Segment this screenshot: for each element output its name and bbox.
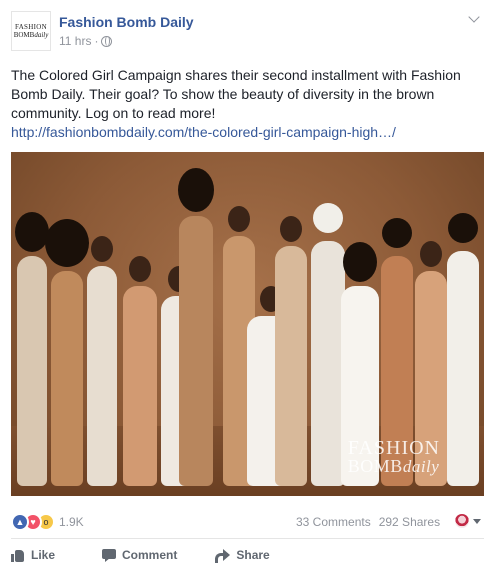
share-arrow-icon bbox=[215, 548, 231, 563]
like-label: Like bbox=[31, 548, 56, 562]
globe-icon[interactable] bbox=[101, 35, 113, 47]
page-profile-icon bbox=[455, 514, 469, 528]
action-bar: Like Comment Share bbox=[11, 545, 484, 565]
post-meta: 11 hrs · bbox=[59, 34, 113, 48]
avatar-logo-line2: BOMBdaily bbox=[13, 31, 49, 39]
engagement-counts: 33 Comments 292 Shares bbox=[296, 515, 440, 529]
comment-label: Comment bbox=[122, 548, 178, 562]
shares-count[interactable]: 292 Shares bbox=[379, 515, 440, 529]
comment-button[interactable]: Comment bbox=[102, 545, 177, 565]
photo-figure bbox=[45, 219, 89, 486]
photo-figure bbox=[178, 168, 214, 486]
avatar-logo-line1: FASHION bbox=[15, 23, 47, 31]
caret-down-icon bbox=[473, 518, 481, 524]
page-avatar[interactable]: FASHION BOMBdaily bbox=[11, 11, 51, 51]
meta-separator: · bbox=[94, 34, 99, 48]
post-timestamp[interactable]: 11 hrs bbox=[59, 34, 91, 48]
divider bbox=[11, 538, 484, 539]
photo-figure bbox=[87, 236, 117, 486]
post-text: The Colored Girl Campaign shares their s… bbox=[11, 67, 461, 121]
reaction-count[interactable]: 1.9K bbox=[59, 515, 84, 529]
photo-figure bbox=[123, 256, 157, 486]
post-as-selector[interactable] bbox=[455, 514, 481, 528]
reaction-summary[interactable]: ▲ ♥ o 1.9K bbox=[11, 513, 84, 531]
facebook-post: FASHION BOMBdaily Fashion Bomb Daily 11 … bbox=[0, 0, 495, 571]
like-reaction-icon: ▲ bbox=[11, 513, 29, 531]
post-link[interactable]: http://fashionbombdaily.com/the-colored-… bbox=[11, 124, 396, 140]
share-label: Share bbox=[236, 548, 270, 562]
watermark-line2: BOMBdaily bbox=[347, 456, 440, 476]
photo-watermark: FASHION BOMBdaily bbox=[347, 437, 440, 476]
chevron-down-icon[interactable] bbox=[467, 12, 481, 26]
photo-figure bbox=[447, 213, 479, 486]
comments-count[interactable]: 33 Comments bbox=[296, 515, 371, 529]
photo-figure bbox=[311, 203, 345, 486]
comment-icon bbox=[102, 548, 117, 562]
photo-figure bbox=[15, 212, 49, 486]
photo-figure bbox=[275, 216, 307, 486]
like-button[interactable]: Like bbox=[11, 545, 55, 565]
watermark-line1: FASHION bbox=[347, 437, 440, 459]
page-name-link[interactable]: Fashion Bomb Daily bbox=[59, 14, 194, 30]
share-button[interactable]: Share bbox=[215, 545, 270, 565]
post-photo[interactable]: FASHION BOMBdaily bbox=[11, 152, 484, 496]
thumbs-up-icon bbox=[11, 549, 25, 562]
